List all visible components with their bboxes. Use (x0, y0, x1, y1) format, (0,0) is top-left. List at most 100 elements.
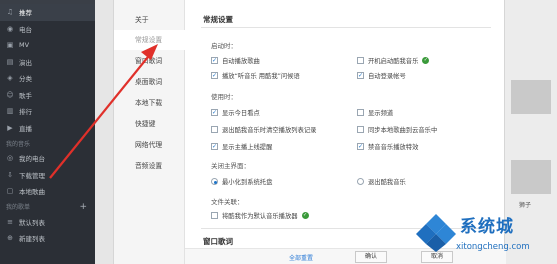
watermark-text-cn: 系统城 (460, 217, 514, 237)
option-auto-login[interactable]: ✓ 自动登录帐号 (357, 71, 406, 80)
download-icon: ⇩ (7, 170, 13, 179)
sidebar-item-new-list[interactable]: ⊕ 新建列表 (0, 230, 95, 247)
sidebar-item-category[interactable]: ◈ 分类 (0, 70, 95, 87)
sidebar-item-shows[interactable]: ▤ 演出 (0, 54, 95, 71)
checkbox-show-channel[interactable] (357, 109, 364, 116)
category-icon: ◈ (7, 74, 13, 83)
live-icon: ▶ (7, 123, 13, 132)
section-title-window-lyrics: 窗口歌词 (203, 237, 233, 246)
sidebar-item-recommend[interactable]: ♫ 推荐 (0, 4, 95, 21)
option-label: 开机启动酷我音乐 (368, 58, 419, 65)
sidebar-item-default-list[interactable]: ≡ 默认列表 (0, 214, 95, 231)
option-label: 退出酷我音乐时清空播放列表记录 (222, 127, 317, 134)
sidebar-item-label: MV (19, 41, 30, 50)
option-auto-play[interactable]: ✓ 自动播放歌曲 (211, 56, 260, 65)
ok-button[interactable]: 确认 (355, 251, 388, 263)
chart-icon: ▥ (6, 107, 14, 116)
option-label: 显示今日看点 (222, 110, 260, 117)
option-show-today[interactable]: ✓ 显示今日看点 (211, 108, 260, 117)
option-label: 播放“听音乐 用酷我”问候语 (222, 73, 300, 80)
option-launch-on-boot[interactable]: 开机启动酷我音乐 ✓ (357, 56, 430, 65)
nav-item-network-proxy[interactable]: 网络代理 (114, 135, 185, 155)
sidebar-item-radio[interactable]: ◉ 电台 (0, 21, 95, 38)
playlist-header-label: 我的歌单 (6, 204, 31, 211)
playlist-header: 我的歌单 + (0, 200, 95, 214)
watermark-text-en: xitongcheng.com (456, 242, 530, 252)
option-label: 将酷我作为默认音乐播放器 (222, 213, 298, 220)
my-radio-icon: ◎ (6, 154, 14, 163)
option-default-player[interactable]: 将酷我作为默认音乐播放器 ✓ (211, 211, 309, 220)
checkbox-clear-playlist-on-exit[interactable] (211, 126, 218, 133)
sidebar-item-label: 排行 (19, 108, 32, 117)
option-show-channel[interactable]: 显示频道 (357, 108, 393, 117)
option-label: 同步本地歌曲到云音乐中 (368, 127, 438, 134)
checkbox-host-online-reminder[interactable]: ✓ (211, 143, 218, 150)
shield-icon: ✓ (301, 212, 309, 219)
add-playlist-button[interactable]: + (79, 202, 87, 212)
album-thumbnail[interactable] (511, 160, 551, 194)
option-host-online-reminder[interactable]: ✓ 显示主播上线提醒 (211, 142, 272, 151)
file-assoc-group-title: 文件关联： (211, 198, 244, 206)
option-label: 自动登录帐号 (368, 73, 406, 80)
checkbox-show-today[interactable]: ✓ (211, 109, 218, 116)
music-note-icon: ♫ (6, 8, 14, 17)
sidebar-item-label: 新建列表 (19, 235, 45, 244)
ticket-icon: ▤ (6, 57, 14, 66)
sidebar-item-live[interactable]: ▶ 直播 (0, 120, 95, 137)
sidebar-item-local-music[interactable]: ▢ 本地歌曲 (0, 183, 95, 200)
option-label: 自动播放歌曲 (222, 58, 260, 65)
my-music-header-label: 我的音乐 (6, 140, 31, 148)
option-greeting[interactable]: ✓ 播放“听音乐 用酷我”问候语 (211, 71, 300, 80)
sidebar-item-label: 本地歌曲 (19, 188, 45, 197)
shield-icon: ✓ (422, 57, 430, 64)
checkbox-auto-play[interactable]: ✓ (211, 57, 218, 64)
my-music-header: 我的音乐 (0, 136, 95, 150)
app-sidebar: ♫ 推荐 ◉ 电台 ▣ MV ▤ 演出 ◈ 分类 ☺ 歌手 ▥ 排行 ▶ 直播 … (0, 0, 95, 264)
checkbox-greeting[interactable]: ✓ (211, 72, 218, 79)
option-clear-playlist-on-exit[interactable]: 退出酷我音乐时清空播放列表记录 (211, 125, 316, 134)
option-sync-local-to-cloud[interactable]: 同步本地歌曲到云音乐中 (357, 125, 437, 134)
radio-icon: ◉ (6, 24, 14, 33)
sidebar-item-my-radio[interactable]: ◎ 我的电台 (0, 150, 95, 167)
sidebar-item-label: 演出 (19, 58, 32, 67)
sidebar-item-label: 直播 (19, 124, 32, 133)
usage-group-title: 使用时： (211, 93, 237, 101)
nav-item-window-lyrics[interactable]: 窗口歌词 (114, 51, 185, 71)
nav-item-about[interactable]: 关于 (114, 10, 185, 30)
checkbox-launch-on-boot[interactable] (357, 57, 364, 64)
option-label: 退出酷我音乐 (368, 179, 406, 186)
watermark: 系统城 xitongcheng.com (416, 210, 557, 264)
radio-exit-app[interactable] (357, 178, 364, 185)
singer-icon: ☺ (6, 90, 14, 99)
option-label: 禁音音乐播放特效 (368, 144, 419, 151)
add-list-icon: ⊕ (7, 234, 13, 243)
option-exit-app[interactable]: 退出酷我音乐 (357, 177, 406, 186)
nav-item-local-download[interactable]: 本地下载 (114, 93, 185, 113)
checkbox-sync-local-to-cloud[interactable] (357, 126, 364, 133)
nav-item-general-settings[interactable]: 常规设置 (114, 30, 185, 50)
nav-item-desktop-lyrics[interactable]: 桌面歌词 (114, 72, 185, 92)
option-playback-effects[interactable]: ✓ 禁音音乐播放特效 (357, 142, 418, 151)
sidebar-item-mv[interactable]: ▣ MV (0, 37, 95, 54)
checkbox-default-player[interactable] (211, 212, 218, 219)
checkbox-playback-effects[interactable]: ✓ (357, 143, 364, 150)
album-thumbnail[interactable] (511, 80, 551, 114)
section-divider (201, 27, 491, 28)
reset-all-link[interactable]: 全部重置 (289, 253, 313, 262)
background-app-strip (95, 0, 113, 264)
radio-minimize-to-tray[interactable] (211, 178, 218, 185)
nav-item-hotkeys[interactable]: 快捷键 (114, 114, 185, 134)
option-label: 显示主播上线提醒 (222, 144, 273, 151)
sidebar-item-downloads[interactable]: ⇩ 下载管理 (0, 167, 95, 184)
list-icon: ≡ (7, 217, 13, 226)
watermark-logo-icon (416, 214, 456, 252)
album-caption: 狮子 (519, 202, 532, 209)
checkbox-auto-login[interactable]: ✓ (357, 72, 364, 79)
sidebar-item-label: 我的电台 (19, 155, 45, 164)
option-minimize-to-tray[interactable]: 最小化到系统托盘 (211, 177, 272, 186)
sidebar-item-ranking[interactable]: ▥ 排行 (0, 103, 95, 120)
sidebar-item-label: 电台 (19, 25, 32, 34)
nav-item-audio-settings[interactable]: 音频设置 (114, 156, 185, 176)
sidebar-item-singer[interactable]: ☺ 歌手 (0, 87, 95, 104)
sidebar-item-label: 分类 (19, 75, 32, 84)
